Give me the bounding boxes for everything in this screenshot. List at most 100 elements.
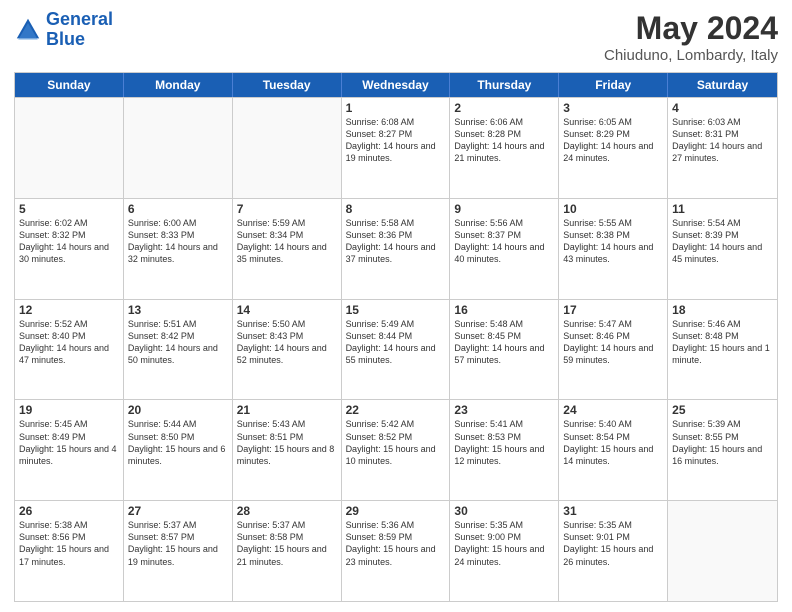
- logo-icon: [14, 16, 42, 44]
- calendar-cell-14: 14 Sunrise: 5:50 AMSunset: 8:43 PMDaylig…: [233, 300, 342, 400]
- calendar-cell-29: 29 Sunrise: 5:36 AMSunset: 8:59 PMDaylig…: [342, 501, 451, 601]
- cell-info: Sunrise: 5:42 AMSunset: 8:52 PMDaylight:…: [346, 418, 446, 467]
- day-number: 29: [346, 504, 446, 518]
- calendar-cell-empty-0-1: [124, 98, 233, 198]
- calendar-cell-2: 2 Sunrise: 6:06 AMSunset: 8:28 PMDayligh…: [450, 98, 559, 198]
- header-day-monday: Monday: [124, 73, 233, 97]
- calendar-cell-27: 27 Sunrise: 5:37 AMSunset: 8:57 PMDaylig…: [124, 501, 233, 601]
- cell-info: Sunrise: 5:56 AMSunset: 8:37 PMDaylight:…: [454, 217, 554, 266]
- cell-info: Sunrise: 6:00 AMSunset: 8:33 PMDaylight:…: [128, 217, 228, 266]
- calendar-cell-10: 10 Sunrise: 5:55 AMSunset: 8:38 PMDaylig…: [559, 199, 668, 299]
- cell-info: Sunrise: 5:35 AMSunset: 9:01 PMDaylight:…: [563, 519, 663, 568]
- calendar-cell-empty-4-6: [668, 501, 777, 601]
- cell-info: Sunrise: 5:51 AMSunset: 8:42 PMDaylight:…: [128, 318, 228, 367]
- calendar-cell-6: 6 Sunrise: 6:00 AMSunset: 8:33 PMDayligh…: [124, 199, 233, 299]
- cell-info: Sunrise: 6:03 AMSunset: 8:31 PMDaylight:…: [672, 116, 773, 165]
- calendar-cell-16: 16 Sunrise: 5:48 AMSunset: 8:45 PMDaylig…: [450, 300, 559, 400]
- day-number: 1: [346, 101, 446, 115]
- location: Chiuduno, Lombardy, Italy: [604, 47, 778, 64]
- cell-info: Sunrise: 5:54 AMSunset: 8:39 PMDaylight:…: [672, 217, 773, 266]
- day-number: 4: [672, 101, 773, 115]
- calendar-cell-9: 9 Sunrise: 5:56 AMSunset: 8:37 PMDayligh…: [450, 199, 559, 299]
- day-number: 13: [128, 303, 228, 317]
- calendar-cell-18: 18 Sunrise: 5:46 AMSunset: 8:48 PMDaylig…: [668, 300, 777, 400]
- calendar-cell-13: 13 Sunrise: 5:51 AMSunset: 8:42 PMDaylig…: [124, 300, 233, 400]
- calendar-cell-19: 19 Sunrise: 5:45 AMSunset: 8:49 PMDaylig…: [15, 400, 124, 500]
- calendar: SundayMondayTuesdayWednesdayThursdayFrid…: [14, 72, 778, 602]
- header-day-friday: Friday: [559, 73, 668, 97]
- cell-info: Sunrise: 5:36 AMSunset: 8:59 PMDaylight:…: [346, 519, 446, 568]
- logo-blue: Blue: [46, 29, 85, 49]
- day-number: 24: [563, 403, 663, 417]
- header-day-saturday: Saturday: [668, 73, 777, 97]
- calendar-row-0: 1 Sunrise: 6:08 AMSunset: 8:27 PMDayligh…: [15, 97, 777, 198]
- header-day-tuesday: Tuesday: [233, 73, 342, 97]
- calendar-row-1: 5 Sunrise: 6:02 AMSunset: 8:32 PMDayligh…: [15, 198, 777, 299]
- cell-info: Sunrise: 5:44 AMSunset: 8:50 PMDaylight:…: [128, 418, 228, 467]
- day-number: 21: [237, 403, 337, 417]
- day-number: 18: [672, 303, 773, 317]
- day-number: 11: [672, 202, 773, 216]
- calendar-cell-23: 23 Sunrise: 5:41 AMSunset: 8:53 PMDaylig…: [450, 400, 559, 500]
- cell-info: Sunrise: 5:40 AMSunset: 8:54 PMDaylight:…: [563, 418, 663, 467]
- calendar-cell-20: 20 Sunrise: 5:44 AMSunset: 8:50 PMDaylig…: [124, 400, 233, 500]
- cell-info: Sunrise: 6:02 AMSunset: 8:32 PMDaylight:…: [19, 217, 119, 266]
- cell-info: Sunrise: 5:45 AMSunset: 8:49 PMDaylight:…: [19, 418, 119, 467]
- cell-info: Sunrise: 5:37 AMSunset: 8:58 PMDaylight:…: [237, 519, 337, 568]
- day-number: 9: [454, 202, 554, 216]
- cell-info: Sunrise: 5:58 AMSunset: 8:36 PMDaylight:…: [346, 217, 446, 266]
- logo-general: General: [46, 9, 113, 29]
- day-number: 12: [19, 303, 119, 317]
- cell-info: Sunrise: 5:37 AMSunset: 8:57 PMDaylight:…: [128, 519, 228, 568]
- calendar-cell-8: 8 Sunrise: 5:58 AMSunset: 8:36 PMDayligh…: [342, 199, 451, 299]
- calendar-cell-24: 24 Sunrise: 5:40 AMSunset: 8:54 PMDaylig…: [559, 400, 668, 500]
- logo-text: General Blue: [46, 10, 113, 50]
- day-number: 2: [454, 101, 554, 115]
- calendar-cell-22: 22 Sunrise: 5:42 AMSunset: 8:52 PMDaylig…: [342, 400, 451, 500]
- cell-info: Sunrise: 5:35 AMSunset: 9:00 PMDaylight:…: [454, 519, 554, 568]
- logo: General Blue: [14, 10, 113, 50]
- cell-info: Sunrise: 5:41 AMSunset: 8:53 PMDaylight:…: [454, 418, 554, 467]
- calendar-row-4: 26 Sunrise: 5:38 AMSunset: 8:56 PMDaylig…: [15, 500, 777, 601]
- day-number: 17: [563, 303, 663, 317]
- day-number: 8: [346, 202, 446, 216]
- calendar-cell-5: 5 Sunrise: 6:02 AMSunset: 8:32 PMDayligh…: [15, 199, 124, 299]
- day-number: 27: [128, 504, 228, 518]
- day-number: 10: [563, 202, 663, 216]
- calendar-body: 1 Sunrise: 6:08 AMSunset: 8:27 PMDayligh…: [15, 97, 777, 601]
- calendar-cell-4: 4 Sunrise: 6:03 AMSunset: 8:31 PMDayligh…: [668, 98, 777, 198]
- calendar-cell-25: 25 Sunrise: 5:39 AMSunset: 8:55 PMDaylig…: [668, 400, 777, 500]
- cell-info: Sunrise: 5:52 AMSunset: 8:40 PMDaylight:…: [19, 318, 119, 367]
- title-block: May 2024 Chiuduno, Lombardy, Italy: [604, 10, 778, 64]
- day-number: 22: [346, 403, 446, 417]
- calendar-cell-empty-0-2: [233, 98, 342, 198]
- day-number: 30: [454, 504, 554, 518]
- calendar-cell-1: 1 Sunrise: 6:08 AMSunset: 8:27 PMDayligh…: [342, 98, 451, 198]
- header-day-sunday: Sunday: [15, 73, 124, 97]
- cell-info: Sunrise: 6:06 AMSunset: 8:28 PMDaylight:…: [454, 116, 554, 165]
- calendar-cell-12: 12 Sunrise: 5:52 AMSunset: 8:40 PMDaylig…: [15, 300, 124, 400]
- cell-info: Sunrise: 5:49 AMSunset: 8:44 PMDaylight:…: [346, 318, 446, 367]
- cell-info: Sunrise: 5:50 AMSunset: 8:43 PMDaylight:…: [237, 318, 337, 367]
- calendar-cell-11: 11 Sunrise: 5:54 AMSunset: 8:39 PMDaylig…: [668, 199, 777, 299]
- cell-info: Sunrise: 6:08 AMSunset: 8:27 PMDaylight:…: [346, 116, 446, 165]
- calendar-cell-21: 21 Sunrise: 5:43 AMSunset: 8:51 PMDaylig…: [233, 400, 342, 500]
- header: General Blue May 2024 Chiuduno, Lombardy…: [14, 10, 778, 64]
- cell-info: Sunrise: 5:43 AMSunset: 8:51 PMDaylight:…: [237, 418, 337, 467]
- cell-info: Sunrise: 6:05 AMSunset: 8:29 PMDaylight:…: [563, 116, 663, 165]
- calendar-cell-empty-0-0: [15, 98, 124, 198]
- day-number: 20: [128, 403, 228, 417]
- header-day-thursday: Thursday: [450, 73, 559, 97]
- calendar-cell-28: 28 Sunrise: 5:37 AMSunset: 8:58 PMDaylig…: [233, 501, 342, 601]
- day-number: 19: [19, 403, 119, 417]
- calendar-cell-31: 31 Sunrise: 5:35 AMSunset: 9:01 PMDaylig…: [559, 501, 668, 601]
- calendar-cell-17: 17 Sunrise: 5:47 AMSunset: 8:46 PMDaylig…: [559, 300, 668, 400]
- cell-info: Sunrise: 5:46 AMSunset: 8:48 PMDaylight:…: [672, 318, 773, 367]
- calendar-cell-26: 26 Sunrise: 5:38 AMSunset: 8:56 PMDaylig…: [15, 501, 124, 601]
- calendar-header: SundayMondayTuesdayWednesdayThursdayFrid…: [15, 73, 777, 97]
- day-number: 25: [672, 403, 773, 417]
- calendar-cell-30: 30 Sunrise: 5:35 AMSunset: 9:00 PMDaylig…: [450, 501, 559, 601]
- day-number: 3: [563, 101, 663, 115]
- day-number: 6: [128, 202, 228, 216]
- cell-info: Sunrise: 5:55 AMSunset: 8:38 PMDaylight:…: [563, 217, 663, 266]
